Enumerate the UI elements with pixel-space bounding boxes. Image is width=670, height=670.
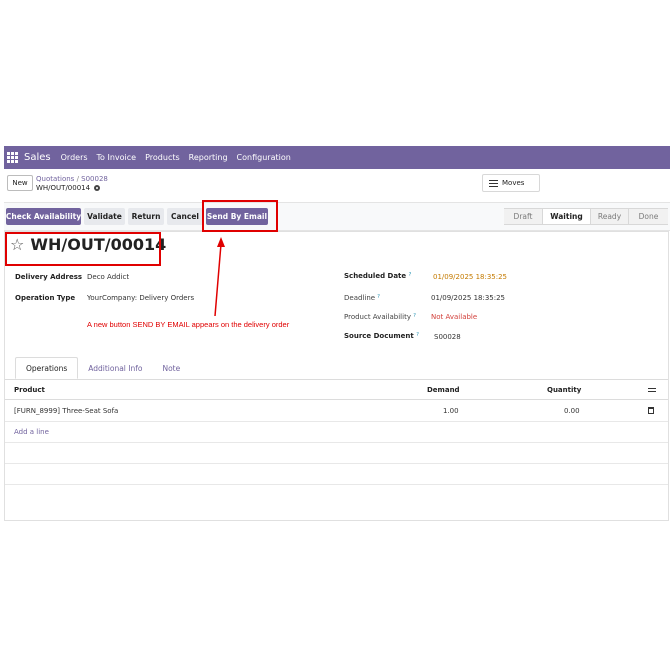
screenshot-page: Sales Orders To Invoice Products Reporti… [0,0,670,670]
annotation-arrow [214,237,225,317]
